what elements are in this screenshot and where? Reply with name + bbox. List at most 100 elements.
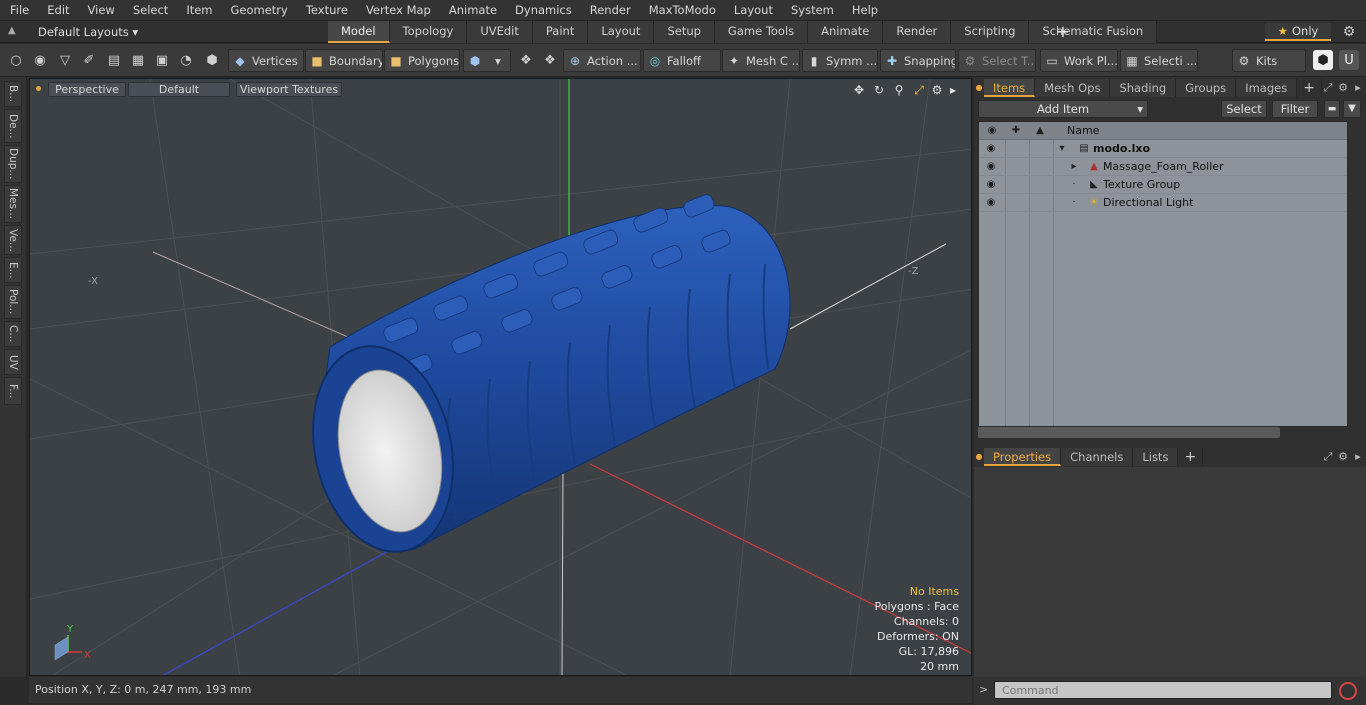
polygons-button[interactable]: ■ Polygons [384,49,460,72]
menu-select[interactable]: Select [124,0,177,21]
menu-maxtomodo[interactable]: MaxToModo [640,0,725,21]
tab-properties[interactable]: Properties [984,448,1062,466]
kits-button[interactable]: ⚙ Kits [1232,49,1306,72]
selection-sets-button[interactable]: ▦ Selecti ... [1120,49,1198,72]
tab-layout[interactable]: Layout [588,21,655,43]
record-icon[interactable] [1339,682,1357,700]
menu-system[interactable]: System [782,0,843,21]
tab-schematic-fusion[interactable]: Schematic Fusion [1029,21,1158,43]
square-target-icon[interactable]: ▣ [152,50,172,70]
left-tab-uv[interactable]: UV [4,349,22,375]
filter-button[interactable]: Filter [1272,100,1318,118]
menu-layout[interactable]: Layout [725,0,782,21]
viewport-gear-icon[interactable]: ⚙ [929,82,945,98]
grid-icon[interactable]: ▦ [128,50,148,70]
brush-icon[interactable]: ✐ [79,50,99,70]
pan-icon[interactable]: ✥ [851,82,867,98]
tab-lists[interactable]: Lists [1133,448,1179,466]
gear-icon[interactable]: ⚙ [1340,23,1358,41]
add-tab-icon[interactable]: + [1054,22,1072,42]
left-tab-fusion[interactable]: F... [4,377,22,405]
menu-file[interactable]: File [0,0,38,21]
action-center-button[interactable]: ⊕ Action ... [563,49,641,72]
globe-icon[interactable]: ◉ [30,50,50,70]
panel-gear-icon[interactable]: ⚙ [1336,81,1350,95]
tab-groups[interactable]: Groups [1176,79,1237,97]
snapping-button[interactable]: ✚ Snapping [880,49,956,72]
pen-icon[interactable]: ▽ [55,50,75,70]
vertices-button[interactable]: ◆ Vertices [228,49,304,72]
menu-vertex-map[interactable]: Vertex Map [357,0,440,21]
shield-icon[interactable]: ⬢ [202,50,222,70]
add-item-button[interactable]: Add Item ▾ [978,100,1148,118]
collapse-arrow-icon[interactable]: ▾ [1055,142,1069,156]
tab-mesh-ops[interactable]: Mesh Ops [1035,79,1111,97]
pin-icon[interactable]: ▲ [8,25,20,39]
eye-icon[interactable]: ◉ [983,195,999,211]
menu-view[interactable]: View [79,0,124,21]
symmetry-toggle-icon[interactable]: ❖ [540,50,560,70]
tree-row-mesh[interactable]: ◉ ▸ ▲ Massage_Foam_Roller [979,158,1347,176]
command-input[interactable] [994,681,1332,699]
panel-arrow-icon[interactable]: ▸ [1351,450,1365,464]
panel-menu-dot[interactable]: ● [974,448,984,466]
unity-icon[interactable]: ⬢ [1313,50,1333,70]
eye-icon[interactable]: ◉ [983,177,999,193]
tree-row-texture-group[interactable]: ◉ · ◣ Texture Group [979,176,1347,194]
add-panel-tab-icon[interactable]: + [1178,448,1204,466]
menu-help[interactable]: Help [843,0,887,21]
collapse-icon[interactable]: ▬ [1324,100,1340,118]
tab-render[interactable]: Render [883,21,952,43]
eye-icon[interactable]: ◉ [983,159,999,175]
boundary-button[interactable]: ■ Boundary [305,49,383,72]
select-through-button[interactable]: ⚙ Select T... [958,49,1036,72]
menu-geometry[interactable]: Geometry [222,0,297,21]
left-tab-edge[interactable]: E... [4,257,22,283]
layouts-dropdown[interactable]: Default Layouts ▾ [32,24,144,40]
menu-edit[interactable]: Edit [38,0,78,21]
tab-items[interactable]: Items [984,79,1036,97]
panel-expand-icon[interactable]: ⤢ [1321,81,1335,95]
visibility-column-icon[interactable]: ◉ [984,123,1000,139]
tab-setup[interactable]: Setup [654,21,715,43]
mesh-constraint-button[interactable]: ✦ Mesh C ... [722,49,800,72]
symmetry-button[interactable]: ▮ Symm ... [802,49,878,72]
panel-menu-dot[interactable]: ● [974,79,984,97]
foam-roller-model[interactable] [295,193,791,565]
lock-column-icon[interactable]: ✚ [1008,123,1024,139]
menu-render[interactable]: Render [581,0,640,21]
snap-toggle-icon[interactable]: ❖ [516,50,536,70]
viewport-expand-icon[interactable]: ▸ [945,82,961,98]
name-column-header[interactable]: Name [1067,122,1099,140]
tab-uvedit[interactable]: UVEdit [467,21,533,43]
expand-arrow-icon[interactable]: ▸ [1067,160,1081,174]
tree-row-light[interactable]: ◉ · ☀ Directional Light [979,194,1347,212]
select-button[interactable]: Select [1221,100,1267,118]
viewport-menu-dot[interactable] [36,86,41,91]
fit-view-icon[interactable]: ⤢ [911,82,927,98]
tab-scripting[interactable]: Scripting [951,21,1030,43]
type-column-icon[interactable]: ▲ [1032,123,1048,139]
circle-select-icon[interactable]: ○ [6,50,26,70]
menu-item[interactable]: Item [177,0,221,21]
zoom-icon[interactable]: ⚲ [891,82,907,98]
tab-paint[interactable]: Paint [532,21,589,43]
align-icon[interactable]: ▤ [104,50,124,70]
viewport-textures-button[interactable]: Viewport Textures [236,82,342,97]
panel-gear-icon[interactable]: ⚙ [1336,450,1350,464]
tab-topology[interactable]: Topology [389,21,468,43]
tab-channels[interactable]: Channels [1061,448,1134,466]
view-mode-button[interactable]: Perspective [48,82,126,97]
only-button[interactable]: ★ Only [1265,23,1331,41]
tab-animate[interactable]: Animate [808,21,884,43]
rotate-icon[interactable]: ↻ [871,82,887,98]
menu-texture[interactable]: Texture [297,0,357,21]
left-tab-curve[interactable]: C... [4,321,22,347]
add-panel-tab-icon[interactable]: + [1297,79,1322,97]
left-tab-deform[interactable]: De... [4,109,22,143]
work-plane-button[interactable]: ▭ Work Pl... [1040,49,1118,72]
eye-icon[interactable]: ◉ [983,141,999,157]
tab-game-tools[interactable]: Game Tools [714,21,809,43]
left-tab-vertex[interactable]: Ve... [4,225,22,255]
tab-shading[interactable]: Shading [1110,79,1177,97]
